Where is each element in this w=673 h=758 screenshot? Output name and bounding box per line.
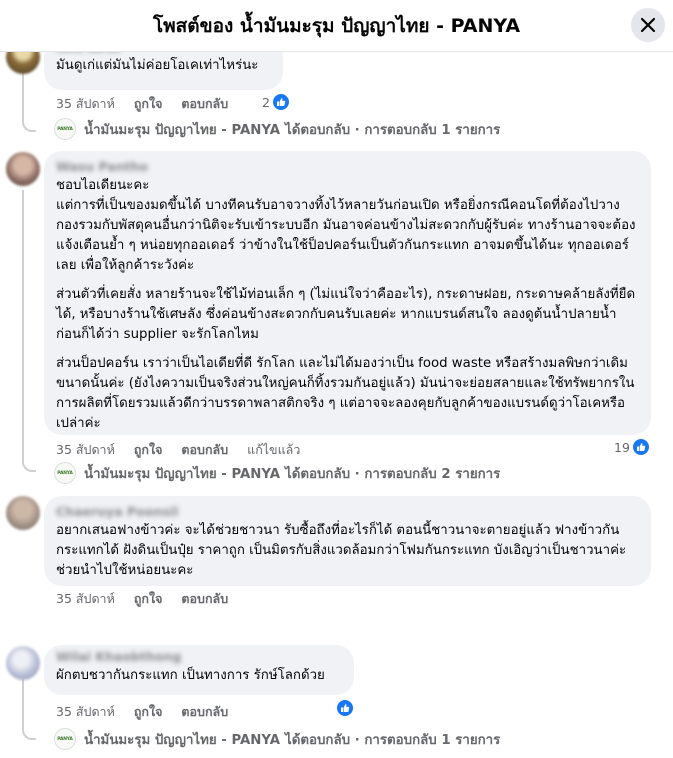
- comment-actions: 35 สัปดาห์ ถูกใจ ตอบกลับ แก้ไขแล้ว: [56, 440, 319, 460]
- comment-bubble: Chaeruya Poonsil อยากเสนอฟางข้าวค่ะ จะได…: [44, 496, 651, 586]
- page-name[interactable]: น้ำมันมะรุม ปัญญาไทย - PANYA: [84, 463, 280, 484]
- comment-time[interactable]: 35 สัปดาห์: [56, 440, 115, 460]
- reply-button[interactable]: ตอบกลับ: [181, 440, 228, 460]
- page-reply-row[interactable]: PANYA น้ำมันมะรุม ปัญญาไทย - PANYA ได้ตอ…: [54, 728, 500, 750]
- page-avatar: PANYA: [54, 118, 76, 140]
- page-avatar: PANYA: [54, 462, 76, 484]
- reply-connector: [22, 448, 36, 472]
- page-avatar: PANYA: [54, 728, 76, 750]
- reply-button[interactable]: ตอบกลับ: [181, 702, 228, 722]
- thread-line: [22, 190, 24, 448]
- comment-paragraph: ชอบไอเดียนะคะ แต่การที่เป็นของมดขึ้นได้ …: [56, 178, 636, 273]
- like-icon: [631, 438, 650, 456]
- avatar[interactable]: [6, 646, 40, 680]
- comment-bubble: Wilai Khaobthong ผักตบชวากันกระแทก เป็นท…: [44, 645, 354, 695]
- comment-paragraph: ส่วนป็อปคอร์น เราว่าเป็นไอเดียที่ดี รักโ…: [56, 356, 635, 431]
- reply-connector: [22, 110, 36, 132]
- view-replies[interactable]: ได้ตอบกลับ · การตอบกลับ 2 รายการ: [285, 463, 500, 484]
- comment-text: ชอบไอเดียนะคะ แต่การที่เป็นของมดขึ้นได้ …: [56, 176, 639, 434]
- avatar[interactable]: [6, 152, 40, 186]
- comment-author[interactable]: Wilai Khaobthong: [56, 649, 342, 666]
- comment-author[interactable]: Wasu Pantho: [56, 159, 639, 176]
- comment-time[interactable]: 35 สัปดาห์: [56, 94, 115, 114]
- page-name[interactable]: น้ำมันมะรุม ปัญญาไทย - PANYA: [84, 729, 280, 750]
- view-replies[interactable]: ได้ตอบกลับ · การตอบกลับ 1 รายการ: [285, 729, 500, 750]
- close-button[interactable]: [631, 8, 665, 42]
- comment-bubble: Wasu Pantho ชอบไอเดียนะคะ แต่การที่เป็นข…: [44, 151, 651, 435]
- edited-label[interactable]: แก้ไขแล้ว: [247, 440, 300, 460]
- comment-actions: 35 สัปดาห์ ถูกใจ ตอบกลับ: [56, 589, 247, 609]
- comment-text: อยากเสนอฟางข้าวค่ะ จะได้ช่วยชาวนา รับซื้…: [56, 523, 627, 578]
- reaction-badge[interactable]: [334, 699, 354, 717]
- page-reply-row[interactable]: PANYA น้ำมันมะรุม ปัญญาไทย - PANYA ได้ตอ…: [54, 462, 500, 484]
- like-button[interactable]: ถูกใจ: [134, 702, 163, 722]
- reply-button[interactable]: ตอบกลับ: [181, 589, 228, 609]
- comment-author[interactable]: Chaeruya Poonsil: [56, 504, 639, 521]
- like-button[interactable]: ถูกใจ: [134, 589, 163, 609]
- reaction-count[interactable]: 19: [614, 438, 650, 456]
- reaction-number: 19: [614, 439, 630, 455]
- dialog-header: โพสต์ของ น้ำมันมะรุม ปัญญาไทย - PANYA: [0, 0, 673, 52]
- comment-actions: 35 สัปดาห์ ถูกใจ ตอบกลับ: [56, 94, 247, 114]
- like-button[interactable]: ถูกใจ: [134, 440, 163, 460]
- comment-text: ผักตบชวากันกระแทก เป็นทางการ รักษ์โลกด้ว…: [56, 668, 325, 683]
- view-replies[interactable]: ได้ตอบกลับ · การตอบกลับ 1 รายการ: [285, 119, 500, 140]
- thread-line: [22, 70, 24, 110]
- comment-text: มันดูเก่แต่มันไม่ค่อยโอเคเท่าไหร่นะ: [56, 58, 259, 73]
- reaction-number: 2: [262, 94, 270, 110]
- reply-button[interactable]: ตอบกลับ: [181, 94, 228, 114]
- comment-time[interactable]: 35 สัปดาห์: [56, 702, 115, 722]
- dialog-title: โพสต์ของ น้ำมันมะรุม ปัญญาไทย - PANYA: [152, 14, 521, 37]
- like-button[interactable]: ถูกใจ: [134, 94, 163, 114]
- page-reply-row[interactable]: PANYA น้ำมันมะรุม ปัญญาไทย - PANYA ได้ตอ…: [54, 118, 500, 140]
- thread-line: [22, 678, 24, 718]
- like-icon: [271, 93, 290, 111]
- reply-connector: [22, 718, 36, 740]
- page-name[interactable]: น้ำมันมะรุม ปัญญาไทย - PANYA: [84, 119, 280, 140]
- close-icon: [640, 17, 656, 33]
- comment-actions: 35 สัปดาห์ ถูกใจ ตอบกลับ: [56, 702, 247, 722]
- reaction-count[interactable]: 2: [262, 93, 290, 111]
- avatar[interactable]: [6, 496, 40, 530]
- comment-paragraph: ส่วนตัวที่เคยสั่ง หลายร้านจะใช้ไม้ท่อนเล…: [56, 287, 636, 342]
- comment-time[interactable]: 35 สัปดาห์: [56, 589, 115, 609]
- like-icon: [336, 699, 354, 717]
